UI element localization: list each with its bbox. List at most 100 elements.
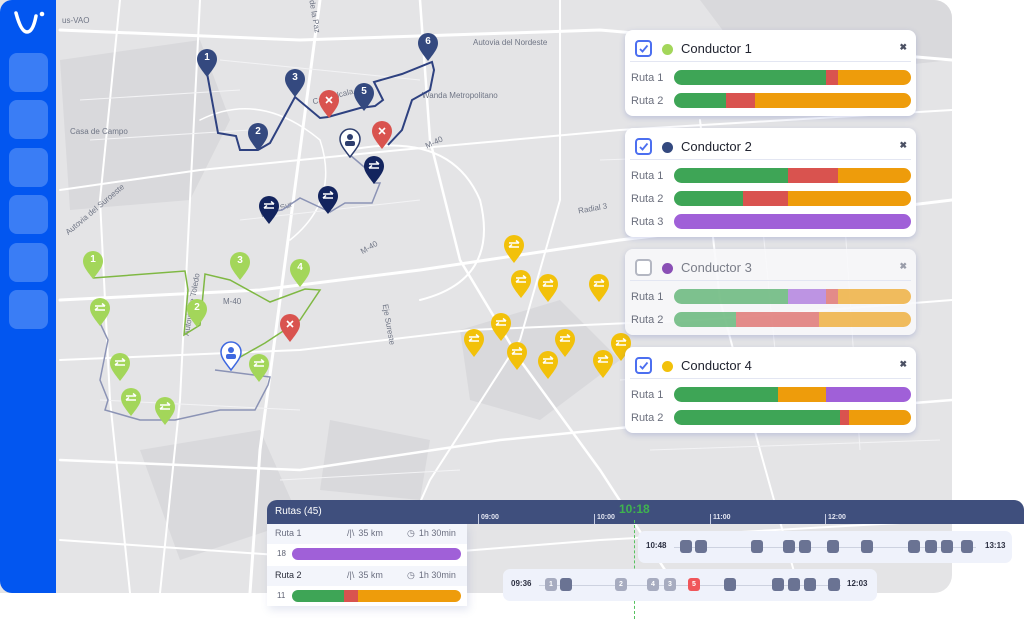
driver-checkbox[interactable] [635,138,652,155]
route-row[interactable]: Ruta 2 [625,309,916,332]
transfer-pin-driver4[interactable] [537,273,559,303]
transfer-pin-driver2[interactable] [317,185,339,215]
transfer-pin-driver1[interactable] [248,353,270,383]
transfer-pin-driver4[interactable] [463,328,485,358]
timeline-stop[interactable] [827,540,839,553]
transfer-pin-driver4[interactable] [506,341,528,371]
bar-segment [837,289,911,304]
route-progress-bar[interactable] [292,548,461,560]
timeline-stop[interactable] [783,540,795,553]
transfer-pin-driver2[interactable] [258,195,280,225]
sidebar-nav-button-4[interactable] [9,195,48,234]
timeline-stop[interactable] [751,540,763,553]
close-icon[interactable]: ✖ [899,42,907,53]
timeline-lane[interactable]: 09:36 12:03 1 2 4 3 5 [503,569,877,601]
route-progress-bar[interactable] [674,410,911,425]
route-row[interactable]: Ruta 1 [625,67,916,90]
transfer-pin-driver4[interactable] [510,269,532,299]
bar-segment [825,387,911,402]
stop-pin-driver1[interactable]: 2 [186,298,208,328]
logo-icon[interactable] [13,10,45,36]
transfer-pin-driver1[interactable] [89,297,111,327]
driver-checkbox[interactable] [635,40,652,57]
close-icon[interactable]: ✖ [899,359,907,370]
driver-checkbox[interactable] [635,259,652,276]
bar-segment [787,289,826,304]
stop-pin-driver1[interactable]: 1 [82,250,104,280]
transfer-pin-driver1[interactable] [120,387,142,417]
timeline-stop[interactable]: 1 [545,578,557,591]
timeline-stop[interactable] [788,578,800,591]
timeline-stop[interactable] [941,540,953,553]
route-row[interactable]: Ruta 1 [625,384,916,407]
route-row[interactable]: Ruta 1 [625,286,916,309]
timeline-stop[interactable]: 2 [615,578,627,591]
timeline-stop[interactable] [772,578,784,591]
stop-pin-driver2[interactable]: 2 [247,122,269,152]
route-info-row[interactable]: Ruta 1 /|\ 35 km ◷ 1h 30min [267,524,467,544]
route-label: Ruta 3 [631,216,664,228]
timeline-stop[interactable] [680,540,692,553]
driver-checkbox[interactable] [635,357,652,374]
route-row[interactable]: Ruta 3 [625,211,916,234]
route-row[interactable]: Ruta 2 [625,407,916,430]
sidebar-nav-button-3[interactable] [9,148,48,187]
route-progress-bar[interactable] [674,93,911,108]
stop-pin-driver2[interactable]: 5 [353,82,375,112]
route-progress-bar[interactable] [292,590,461,602]
sidebar-nav-button-1[interactable] [9,53,48,92]
timeline-stop[interactable] [828,578,840,591]
route-progress-bar[interactable] [674,214,911,229]
timeline-stop[interactable] [908,540,920,553]
close-icon[interactable]: ✖ [899,140,907,151]
transfer-pin-driver2[interactable] [363,155,385,185]
incident-pin[interactable] [371,120,393,150]
timeline-stop[interactable] [560,578,572,591]
route-row[interactable]: Ruta 1 [625,165,916,188]
route-progress-bar[interactable] [674,387,911,402]
sidebar-nav-button-6[interactable] [9,290,48,329]
timeline-stop[interactable] [799,540,811,553]
route-label: Ruta 1 [631,170,664,182]
timeline-stop[interactable]: 4 [647,578,659,591]
transfer-pin-driver4[interactable] [503,234,525,264]
route-progress-bar[interactable] [674,191,911,206]
driver-location-pin[interactable] [220,341,242,371]
timeline-stop[interactable] [861,540,873,553]
stop-pin-driver1[interactable]: 4 [289,258,311,288]
stop-pin-driver2[interactable]: 3 [284,68,306,98]
stop-pin-driver2[interactable]: 6 [417,32,439,62]
timeline-stop[interactable]: 3 [664,578,676,591]
time-tick: 12:00 [825,514,846,524]
timeline-stop[interactable] [724,578,736,591]
timeline-stop[interactable] [804,578,816,591]
transfer-pin-driver4[interactable] [554,328,576,358]
transfer-pin-driver4[interactable] [588,273,610,303]
sidebar-nav-button-2[interactable] [9,100,48,139]
transfer-pin-driver4[interactable] [490,312,512,342]
close-icon[interactable]: ✖ [899,261,907,272]
route-progress-bar[interactable] [674,168,911,183]
route-row[interactable]: Ruta 2 [625,90,916,113]
route-progress-bar[interactable] [674,70,911,85]
timeline-stop[interactable] [925,540,937,553]
transfer-pin-driver1[interactable] [154,396,176,426]
route-bar-row[interactable]: 18 [267,544,467,564]
stop-pin-driver1[interactable]: 3 [229,251,251,281]
incident-pin[interactable] [279,313,301,343]
timeline-stop[interactable] [695,540,707,553]
stop-pin-driver2[interactable]: 1 [196,48,218,78]
transfer-pin-driver1[interactable] [109,352,131,382]
route-bar-row[interactable]: 11 [267,586,467,606]
incident-pin[interactable] [318,89,340,119]
timeline-title: Rutas (45) [275,506,322,517]
sidebar-nav-button-5[interactable] [9,243,48,282]
timeline-lane[interactable]: 10:48 13:13 [638,531,1012,563]
route-info-row[interactable]: Ruta 2 /|\ 35 km ◷ 1h 30min [267,566,467,586]
timeline-stop[interactable]: 5 [688,578,700,591]
route-row[interactable]: Ruta 2 [625,188,916,211]
timeline-stop[interactable] [961,540,973,553]
route-progress-bar[interactable] [674,289,911,304]
driver-location-pin[interactable] [339,128,361,158]
route-progress-bar[interactable] [674,312,911,327]
